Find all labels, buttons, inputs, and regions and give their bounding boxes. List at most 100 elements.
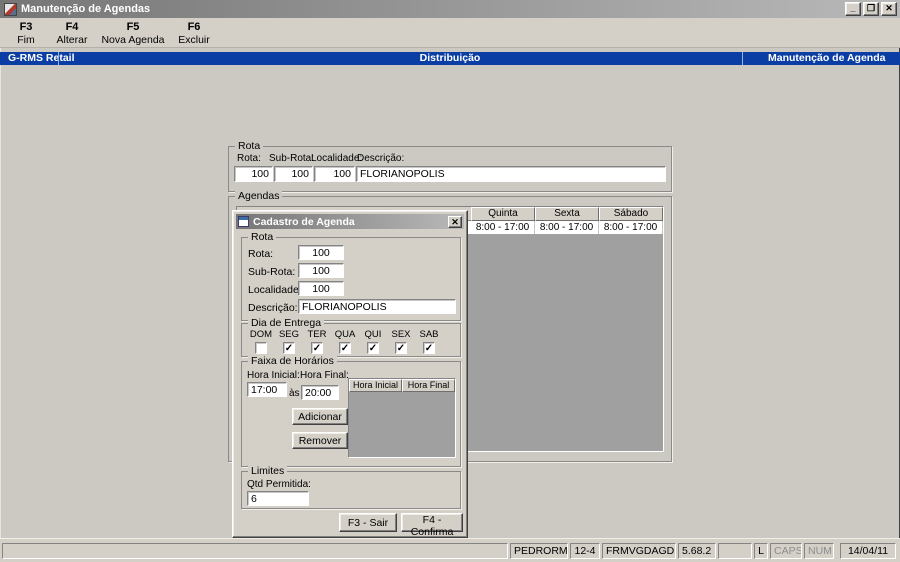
status-date: 14/04/11 — [840, 543, 896, 559]
limites-group: Limites Qtd Permitida: — [241, 465, 461, 509]
dialog-rota-group: Rota Rota: Sub-Rota: Localidade: Descriç… — [241, 231, 461, 321]
dialog-subrota-label: Sub-Rota: — [248, 266, 296, 278]
dialog-titlebar[interactable]: Cadastro de Agenda ✕ — [236, 214, 464, 229]
column-header-sabado[interactable]: Sábado — [599, 207, 663, 221]
dialog-descricao-input[interactable] — [298, 299, 456, 314]
toolbar-button-alterar[interactable]: F4 Alterar — [48, 19, 96, 47]
qtd-permitida-label: Qtd Permitida: — [247, 479, 311, 490]
checkbox-sab[interactable]: ✓ — [423, 342, 435, 354]
confirma-button[interactable]: F4 - Confirma — [401, 513, 463, 538]
hora-inicial-label: Hora Inicial: — [247, 370, 300, 381]
toolbar-label-excluir: Excluir — [178, 33, 210, 46]
localidade-label: Localidade: — [311, 153, 363, 164]
sair-button[interactable]: F3 - Sair — [339, 513, 397, 532]
dialog-localidade-input[interactable] — [298, 281, 344, 296]
checkbox-qui[interactable]: ✓ — [367, 342, 379, 354]
toolbar-key-f6: F6 — [187, 20, 201, 33]
column-header-quinta[interactable]: Quinta — [471, 207, 535, 221]
header-screen-title: Manutenção de Agenda — [768, 52, 886, 64]
hora-final-input[interactable] — [301, 385, 339, 400]
dialog-subrota-input[interactable] — [298, 263, 344, 278]
status-indicator-num: NUM — [804, 543, 834, 559]
toolbar-label-fim: Fim — [17, 33, 35, 46]
window-titlebar[interactable]: Manutenção de Agendas _ ❐ ✕ — [0, 0, 900, 18]
checkbox-dom[interactable] — [255, 342, 267, 354]
window-title: Manutenção de Agendas — [21, 3, 151, 15]
dialog-rota-group-title: Rota — [248, 231, 277, 244]
agenda-cell-sabado[interactable]: 8:00 - 17:00 — [599, 221, 663, 234]
toolbar-key-f4: F4 — [65, 20, 79, 33]
day-sab-label: SAB — [419, 329, 439, 340]
toolbar-key-f5: F5 — [126, 20, 140, 33]
localidade-input[interactable] — [314, 166, 355, 182]
dialog-rota-label: Rota: — [248, 248, 274, 260]
cadastro-agenda-dialog: Cadastro de Agenda ✕ Rota Rota: Sub-Rota… — [232, 210, 468, 538]
rota-input[interactable] — [234, 166, 273, 182]
status-message-panel — [2, 543, 508, 559]
header-separator-left — [58, 52, 59, 65]
toolbar-button-excluir[interactable]: F6 Excluir — [170, 19, 218, 47]
checkbox-ter[interactable]: ✓ — [311, 342, 323, 354]
close-icon[interactable]: ✕ — [881, 2, 897, 16]
toolbar: F3 Fim F4 Alterar F5 Nova Agenda F6 Excl… — [0, 18, 900, 48]
descricao-label: Descrição: — [357, 153, 405, 164]
dialog-rota-input[interactable] — [298, 245, 344, 260]
hora-final-label: Hora Final: — [300, 370, 349, 381]
day-ter: TER ✓ — [304, 329, 330, 354]
dialog-close-icon[interactable]: ✕ — [448, 215, 462, 228]
subrota-label: Sub-Rota: — [269, 153, 315, 164]
header-separator-right — [742, 52, 743, 65]
adicionar-button[interactable]: Adicionar — [292, 408, 348, 425]
minimize-icon[interactable]: _ — [845, 2, 861, 16]
day-sex: SEX ✓ — [388, 329, 414, 354]
toolbar-button-fim[interactable]: F3 Fim — [6, 19, 46, 47]
status-indicator-l: L — [754, 543, 768, 559]
column-header-sexta[interactable]: Sexta — [535, 207, 599, 221]
day-qui-label: QUI — [364, 329, 382, 340]
app-icon — [4, 2, 17, 16]
main-window: Manutenção de Agendas _ ❐ ✕ F3 Fim F4 Al… — [0, 0, 900, 562]
agendas-panel-title: Agendas — [235, 190, 283, 203]
dialog-localidade-label: Localidade: — [248, 284, 302, 296]
list-header-hora-inicial: Hora Inicial — [349, 379, 402, 392]
header-bar: Distribuição G-RMS Retail Manutenção de … — [0, 52, 900, 65]
day-ter-label: TER — [307, 329, 327, 340]
header-brand: G-RMS Retail — [8, 52, 75, 64]
status-spare-panel — [718, 543, 752, 559]
day-sab: SAB ✓ — [416, 329, 442, 354]
checkbox-qua[interactable]: ✓ — [339, 342, 351, 354]
as-label: às — [289, 388, 300, 399]
checkbox-sex[interactable]: ✓ — [395, 342, 407, 354]
checkbox-seg[interactable]: ✓ — [283, 342, 295, 354]
list-header-hora-final: Hora Final — [402, 379, 455, 392]
horarios-list[interactable]: Hora Inicial Hora Final — [348, 378, 456, 458]
rota-panel-title: Rota — [235, 140, 264, 153]
day-qua: QUA ✓ — [332, 329, 358, 354]
agenda-cell-sexta[interactable]: 8:00 - 17:00 — [535, 221, 599, 234]
dialog-icon — [238, 216, 249, 227]
header-module-title: Distribuição — [419, 52, 481, 64]
hora-inicial-input[interactable] — [247, 382, 287, 397]
rota-label: Rota: — [237, 153, 261, 164]
toolbar-label-nova-agenda: Nova Agenda — [101, 33, 165, 46]
dia-entrega-group: Dia de Entrega DOM SEG ✓ TER ✓ QUA ✓ QUI… — [241, 317, 461, 357]
status-indicator-caps: CAPS — [770, 543, 802, 559]
descricao-input[interactable] — [356, 166, 666, 182]
subrota-input[interactable] — [274, 166, 313, 182]
maximize-icon[interactable]: ❐ — [863, 2, 879, 16]
toolbar-label-alterar: Alterar — [56, 33, 88, 46]
day-qui: QUI ✓ — [360, 329, 386, 354]
dialog-descricao-label: Descrição: — [248, 302, 298, 314]
day-qua-label: QUA — [334, 329, 356, 340]
toolbar-button-nova-agenda[interactable]: F5 Nova Agenda — [98, 19, 168, 47]
status-position: 12-4 — [570, 543, 600, 559]
status-form-name: FRMVGDAGDRT — [602, 543, 676, 559]
remover-button[interactable]: Remover — [292, 432, 348, 449]
window-controls: _ ❐ ✕ — [845, 2, 897, 16]
qtd-permitida-input[interactable] — [247, 491, 309, 506]
faixa-horarios-group-title: Faixa de Horários — [248, 355, 337, 368]
rota-panel: Rota Rota: Sub-Rota: Localidade: Descriç… — [228, 140, 672, 192]
day-dom-label: DOM — [249, 329, 273, 340]
agenda-cell-quinta[interactable]: 8:00 - 17:00 — [471, 221, 535, 234]
day-seg-label: SEG — [278, 329, 300, 340]
